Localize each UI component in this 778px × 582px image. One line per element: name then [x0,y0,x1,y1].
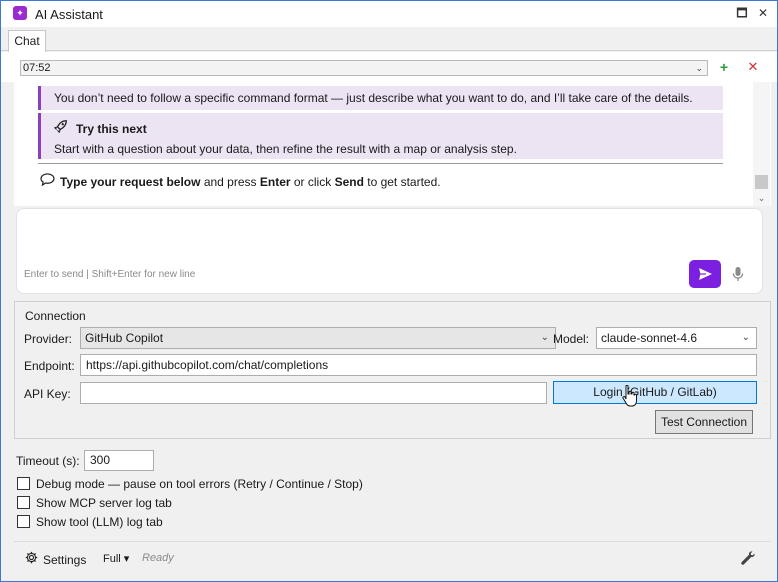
ai-assistant-window: ✦ AI Assistant 🗖 ✕ Chat 07:52 ⌄ + ✕ You … [0,0,778,582]
provider-value: GitHub Copilot [85,331,164,345]
llm-log-checkbox[interactable]: Show tool (LLM) log tab [17,515,163,531]
provider-label: Provider: [24,332,73,346]
chat-transcript[interactable]: You don’t need to follow a specific comm… [14,82,771,206]
provider-select[interactable]: GitHub Copilot ⌄ [80,327,556,349]
timeout-field[interactable]: 300 [84,450,154,471]
model-label: Model: [553,332,590,346]
mouse-cursor-icon [621,384,637,409]
microphone-icon[interactable] [731,265,745,283]
checkbox-box[interactable] [17,515,30,528]
status-divider [14,541,771,542]
tab-chat[interactable]: Chat [8,30,46,52]
message-input[interactable]: Enter to send | Shift+Enter for new line [16,208,763,294]
chat-content: You don’t need to follow a specific comm… [14,82,751,206]
chevron-down-icon: ⌄ [695,63,703,73]
tip-body: Start with a question about your data, t… [54,142,517,156]
close-icon[interactable]: ✕ [755,5,771,21]
status-text: Ready [142,552,174,564]
add-session-icon[interactable]: + [717,60,731,74]
mcp-log-checkbox[interactable]: Show MCP server log tab [17,496,172,512]
chat-scrollbar[interactable]: ⌄ [753,82,770,206]
send-icon [699,268,712,280]
wrench-icon[interactable] [740,550,756,566]
api-key-field[interactable] [80,382,547,404]
session-select[interactable]: 07:52 ⌄ [20,60,708,76]
title-bar: ✦ AI Assistant 🗖 ✕ [1,1,777,27]
checkbox-box[interactable] [17,496,30,509]
model-value: claude-sonnet-4.6 [601,331,698,345]
timeout-label: Timeout (s): [16,454,80,468]
send-button[interactable] [689,260,721,288]
delete-session-icon[interactable]: ✕ [746,60,760,74]
info-note: You don’t need to follow a specific comm… [38,86,723,110]
connection-group-label: Connection [25,309,86,323]
api-key-label: API Key: [24,387,71,401]
model-select[interactable]: claude-sonnet-4.6 ⌄ [596,327,757,349]
mode-dropdown[interactable]: Full ▾ [103,552,129,565]
tip-card: Try this next Start with a question abou… [38,113,723,159]
speech-bubble-icon [40,173,56,189]
checkbox-box[interactable] [17,477,30,490]
scrollbar-thumb[interactable] [755,175,768,189]
tip-title: Try this next [53,119,147,136]
gear-icon [25,551,39,567]
chevron-down-icon: ⌄ [741,332,750,343]
settings-button[interactable]: Settings [25,551,86,567]
tab-strip: Chat [1,27,777,52]
connection-group: Connection Provider: GitHub Copilot ⌄ Mo… [14,301,771,439]
window-title: AI Assistant [35,7,103,22]
endpoint-field[interactable]: https://api.githubcopilot.com/chat/compl… [80,354,757,376]
test-connection-button[interactable]: Test Connection [655,410,753,434]
session-value: 07:52 [23,62,51,74]
scroll-down-icon[interactable]: ⌄ [753,192,770,204]
input-hint: Enter to send | Shift+Enter for new line [24,269,196,280]
session-row: 07:52 ⌄ + ✕ [1,52,777,82]
rocket-icon [53,119,70,136]
maximize-icon[interactable]: 🗖 [734,5,750,21]
divider [38,163,723,164]
app-logo-icon: ✦ [13,6,27,20]
start-hint: Type your request below and press Enter … [40,173,441,189]
chevron-down-icon: ⌄ [540,332,549,343]
login-button[interactable]: Login (GitHub / GitLab) [553,381,757,404]
debug-mode-checkbox[interactable]: Debug mode — pause on tool errors (Retry… [17,477,363,493]
endpoint-label: Endpoint: [24,359,75,373]
